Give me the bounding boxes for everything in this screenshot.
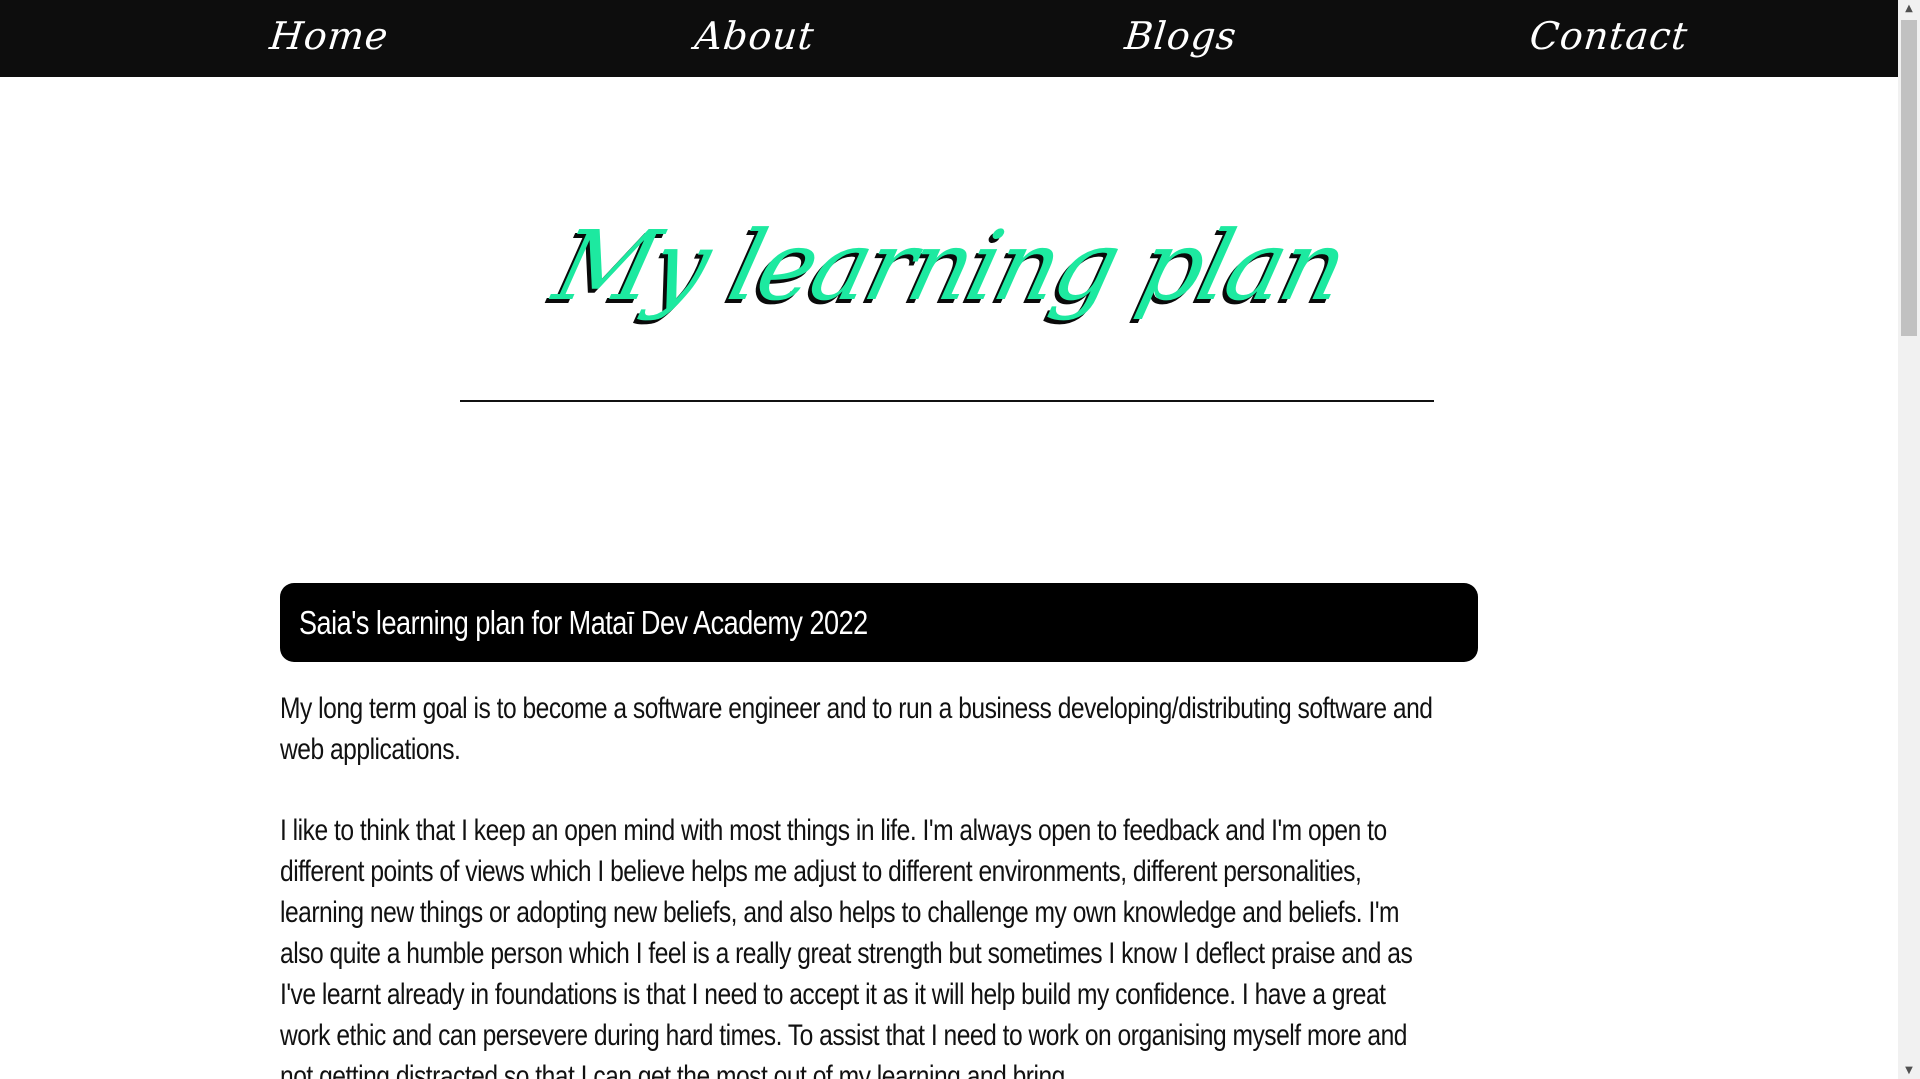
plan-paragraph-strengths: I like to think that I keep an open mind… <box>280 814 1413 1079</box>
title-divider <box>460 400 1434 402</box>
plan-paragraph-goal: My long term goal is to become a softwar… <box>280 692 1433 766</box>
nav-link-blogs[interactable]: Blogs <box>1122 4 1241 68</box>
nav-link-about[interactable]: About <box>692 4 818 68</box>
top-navbar: Home About Blogs Contact <box>0 0 1898 77</box>
scroll-up-arrow-icon[interactable]: ▲ <box>1898 0 1920 17</box>
plan-heading-banner: Saia's learning plan for Mataī Dev Acade… <box>280 583 1478 662</box>
page-viewport: Home About Blogs Contact My learning pla… <box>0 0 1898 1079</box>
scroll-down-arrow-icon[interactable]: ▼ <box>1898 1062 1920 1079</box>
nav-link-home[interactable]: Home <box>267 4 392 68</box>
nav-link-contact[interactable]: Contact <box>1527 4 1692 68</box>
page-title: My learning plan <box>544 210 1356 322</box>
scrollbar-thumb[interactable] <box>1901 20 1917 336</box>
vertical-scrollbar[interactable]: ▲ ▼ <box>1898 0 1920 1079</box>
plan-heading-text: Saia's learning plan for Mataī Dev Acade… <box>299 604 868 641</box>
